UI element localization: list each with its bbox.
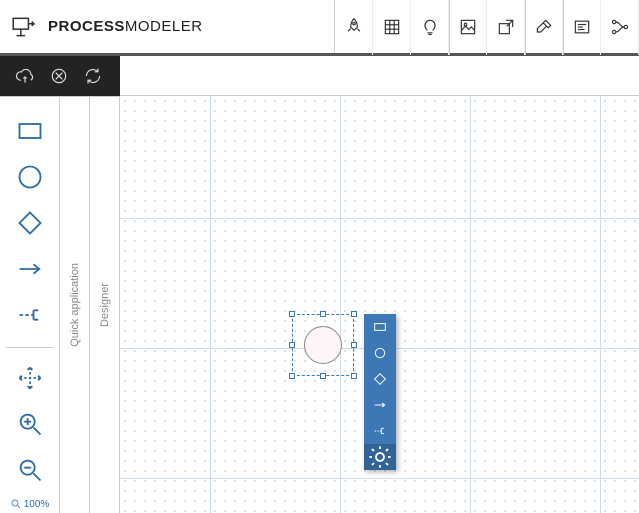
export-arrow-icon[interactable] xyxy=(487,0,525,55)
palette-diamond[interactable] xyxy=(12,203,48,243)
resize-handle-r[interactable] xyxy=(351,342,357,348)
branch-icon[interactable] xyxy=(601,0,639,55)
ctx-rectangle[interactable] xyxy=(364,314,396,340)
resize-handle-l[interactable] xyxy=(289,342,295,348)
cancel-icon[interactable] xyxy=(42,59,76,93)
canvas-top-strip xyxy=(120,56,639,96)
palette: 100% xyxy=(0,96,60,513)
zoom-in-icon[interactable] xyxy=(12,404,48,444)
app-title: PROCESSMODELER xyxy=(48,18,203,35)
resize-handle-t[interactable] xyxy=(320,311,326,317)
ctx-gear-icon[interactable] xyxy=(364,444,396,470)
resize-handle-tr[interactable] xyxy=(351,311,357,317)
canvas[interactable] xyxy=(120,96,639,513)
zoom-out-icon[interactable] xyxy=(12,450,48,490)
sync-icon[interactable] xyxy=(76,59,110,93)
resize-handle-b[interactable] xyxy=(320,373,326,379)
cloud-export-icon[interactable] xyxy=(8,59,42,93)
presentation-icon xyxy=(10,14,36,40)
grid-icon[interactable] xyxy=(373,0,411,55)
palette-rectangle[interactable] xyxy=(12,111,48,151)
canvas-area xyxy=(120,56,639,513)
rocket-icon[interactable] xyxy=(335,0,373,55)
ctx-arrow[interactable] xyxy=(364,392,396,418)
ctx-circle[interactable] xyxy=(364,340,396,366)
image-icon[interactable] xyxy=(449,0,487,55)
header-left: PROCESSMODELER xyxy=(0,0,300,53)
header: PROCESSMODELER xyxy=(0,0,639,56)
lightbulb-icon[interactable] xyxy=(411,0,449,55)
palette-connector[interactable] xyxy=(12,295,48,335)
zoom-level[interactable]: 100% xyxy=(10,498,50,510)
palette-move[interactable] xyxy=(12,358,48,398)
tab-designer[interactable]: Designer xyxy=(90,96,120,513)
resize-handle-br[interactable] xyxy=(351,373,357,379)
palette-arrow[interactable] xyxy=(12,249,48,289)
resize-handle-tl[interactable] xyxy=(289,311,295,317)
event-circle-node[interactable] xyxy=(304,326,342,364)
selected-node[interactable] xyxy=(292,314,354,376)
tab-quick-application[interactable]: Quick application xyxy=(60,96,90,513)
form-icon[interactable] xyxy=(563,0,601,55)
header-toolbar xyxy=(334,0,639,53)
side-tabs: Quick application Designer xyxy=(60,96,120,513)
context-toolbar xyxy=(364,314,396,470)
palette-circle[interactable] xyxy=(12,157,48,197)
ctx-diamond[interactable] xyxy=(364,366,396,392)
eyedropper-icon[interactable] xyxy=(525,0,563,55)
resize-handle-bl[interactable] xyxy=(289,373,295,379)
